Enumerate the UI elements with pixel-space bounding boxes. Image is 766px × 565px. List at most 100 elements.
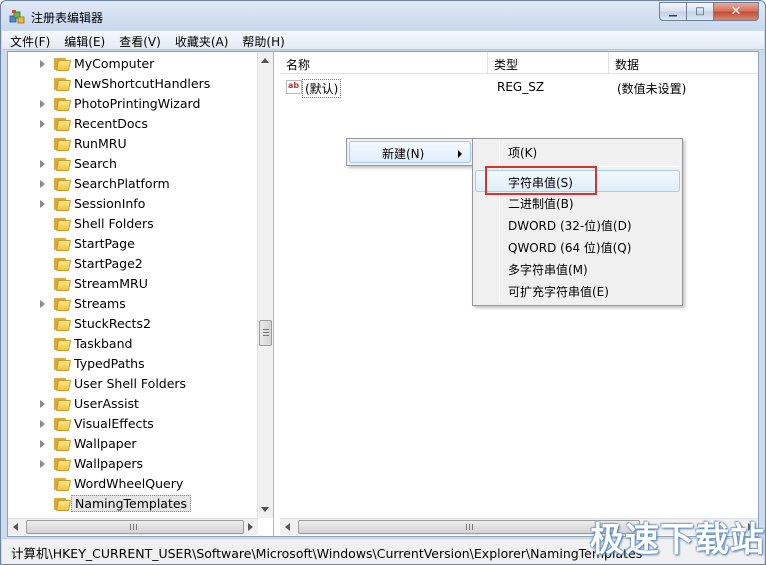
folder-icon: [54, 117, 71, 131]
expand-arrow-icon[interactable]: [40, 300, 45, 308]
context-menu: 新建(N): [346, 138, 474, 166]
tree-item[interactable]: TypedPaths: [8, 354, 258, 374]
submenu-item-binary-value-label: 二进制值(B): [508, 197, 574, 211]
tree-item[interactable]: Streams: [8, 294, 258, 314]
menu-help[interactable]: 帮助(H): [234, 31, 290, 50]
tree-vertical-scrollbar[interactable]: [257, 52, 273, 518]
tree-item[interactable]: Wallpaper: [8, 434, 258, 454]
tree-pane[interactable]: MyComputer NewShortcutHandlers PhotoPrinti…: [8, 52, 274, 536]
tree-item-label: StreamMRU: [74, 276, 148, 291]
tree-item-label: StuckRects2: [74, 316, 151, 331]
menu-file[interactable]: 文件(F): [2, 31, 56, 50]
folder-icon: [54, 177, 71, 191]
expand-arrow-icon[interactable]: [40, 440, 45, 448]
tree-item[interactable]: NamingTemplates: [8, 494, 258, 514]
submenu-item-key[interactable]: 项(K): [475, 141, 680, 163]
expand-arrow-icon[interactable]: [40, 60, 45, 68]
submenu-item-dword-value[interactable]: DWORD (32-位)值(D): [475, 214, 680, 236]
tree-item-label: Shell Folders: [74, 216, 154, 231]
tree-item[interactable]: Search: [8, 154, 258, 174]
tree-scroll-thumb[interactable]: [259, 320, 272, 346]
expand-arrow-icon[interactable]: [40, 180, 45, 188]
tree-item[interactable]: Wallpapers: [8, 454, 258, 474]
tree-hscroll-thumb[interactable]: [26, 520, 244, 534]
close-button[interactable]: ✕: [713, 2, 759, 21]
folder-icon: [54, 437, 71, 451]
tree-item[interactable]: MyComputer: [8, 54, 258, 74]
string-value-icon: ab: [286, 80, 302, 94]
tree-item-label: StartPage: [74, 236, 135, 251]
tree-item[interactable]: StreamMRU: [8, 274, 258, 294]
folder-icon: [54, 397, 71, 411]
scroll-down-arrow-icon[interactable]: [261, 507, 269, 512]
tree-item-label: NamingTemplates: [71, 495, 192, 512]
tree-item-label: Wallpapers: [74, 456, 144, 471]
tree-item[interactable]: RunMRU: [8, 134, 258, 154]
tree-item[interactable]: WordWheelQuery: [8, 474, 258, 494]
expand-arrow-icon[interactable]: [40, 120, 45, 128]
column-header-data[interactable]: 数据: [609, 52, 758, 74]
tree-item[interactable]: PhotoPrintingWizard: [8, 94, 258, 114]
tree-item[interactable]: Shell Folders: [8, 214, 258, 234]
tree-item[interactable]: SearchPlatform: [8, 174, 258, 194]
submenu-item-multi-string-value[interactable]: 多字符串值(M): [475, 258, 680, 280]
values-hscroll-thumb[interactable]: [298, 520, 640, 534]
maximize-button[interactable]: □: [686, 2, 714, 21]
regedit-app-icon: [9, 10, 25, 24]
menu-favorites[interactable]: 收藏夹(A): [167, 31, 235, 50]
tree-item-label: User Shell Folders: [74, 376, 187, 391]
column-header-name[interactable]: 名称: [280, 52, 488, 74]
submenu-item-qword-value-label: QWORD (64 位)值(Q): [508, 241, 632, 255]
submenu-item-qword-value[interactable]: QWORD (64 位)值(Q): [475, 236, 680, 258]
minimize-button[interactable]: ▁: [659, 2, 687, 21]
folder-icon: [54, 57, 71, 71]
tree-item[interactable]: StuckRects2: [8, 314, 258, 334]
scroll-left-arrow-icon[interactable]: [13, 523, 18, 531]
maximize-icon: □: [695, 6, 705, 17]
folder-icon: [54, 157, 71, 171]
menu-bar: 文件(F) 编辑(E) 查看(V) 收藏夹(A) 帮助(H): [2, 31, 764, 50]
scroll-up-arrow-icon[interactable]: [261, 58, 269, 63]
title-bar[interactable]: 注册表编辑器 ▁ □ ✕: [1, 1, 765, 31]
tree-horizontal-scrollbar[interactable]: [8, 518, 258, 535]
column-header-type[interactable]: 类型: [488, 52, 609, 74]
submenu-item-binary-value[interactable]: 二进制值(B): [475, 192, 680, 214]
folder-icon: [54, 497, 71, 511]
submenu-item-expandable-string-value[interactable]: 可扩充字符串值(E): [475, 280, 680, 302]
tree-item[interactable]: User Shell Folders: [8, 374, 258, 394]
tree-item[interactable]: RecentDocs: [8, 114, 258, 134]
context-menu-new[interactable]: 新建(N): [349, 141, 471, 163]
tree-item[interactable]: VisualEffects: [8, 414, 258, 434]
tree-item-label: SearchPlatform: [74, 176, 170, 191]
tree-item[interactable]: UserAssist: [8, 394, 258, 414]
menu-edit[interactable]: 编辑(E): [56, 31, 111, 50]
tree-item[interactable]: SessionInfo: [8, 194, 258, 214]
tree-item[interactable]: Taskband: [8, 334, 258, 354]
folder-icon: [54, 297, 71, 311]
folder-icon: [54, 377, 71, 391]
minimize-icon: ▁: [669, 6, 677, 17]
value-row[interactable]: ab (默认) REG_SZ (数值未设置): [280, 77, 758, 98]
submenu-arrow-icon: [458, 150, 462, 158]
tree-item[interactable]: StartPage: [8, 234, 258, 254]
tree-item[interactable]: StartPage2: [8, 254, 258, 274]
menu-view[interactable]: 查看(V): [111, 31, 167, 50]
expand-arrow-icon[interactable]: [40, 400, 45, 408]
tree-item-label: MyComputer: [74, 56, 155, 71]
expand-arrow-icon[interactable]: [40, 420, 45, 428]
folder-icon: [54, 257, 71, 271]
tree-item-label: Streams: [74, 296, 126, 311]
expand-arrow-icon[interactable]: [40, 460, 45, 468]
tree-item-label: TypedPaths: [74, 356, 145, 371]
folder-icon: [54, 97, 71, 111]
expand-arrow-icon[interactable]: [40, 100, 45, 108]
expand-arrow-icon[interactable]: [40, 160, 45, 168]
value-data: (数值未设置): [617, 82, 687, 96]
tree-item-label: NewShortcutHandlers: [74, 76, 211, 91]
expand-arrow-icon[interactable]: [40, 200, 45, 208]
tree-item-label: UserAssist: [74, 396, 139, 411]
scroll-right-arrow-icon[interactable]: [248, 523, 253, 531]
tree-item[interactable]: NewShortcutHandlers: [8, 74, 258, 94]
submenu-item-key-label: 项(K): [508, 146, 538, 160]
scroll-left-arrow-icon[interactable]: [285, 523, 290, 531]
